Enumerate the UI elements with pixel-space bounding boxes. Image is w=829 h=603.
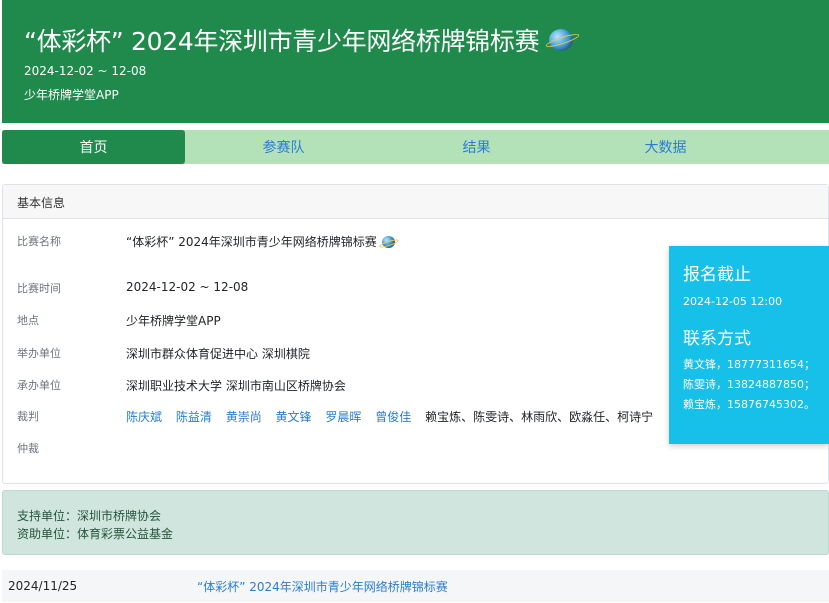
event-venue: 少年桥牌学堂APP: [24, 88, 119, 102]
contact-list: 黄文锋，18777311654； 陈雯诗，13824887850； 赖宝炼，15…: [683, 355, 815, 415]
info-row-host: 承办单位 深圳职业技术大学 深圳市南山区桥牌协会: [17, 377, 346, 394]
referee-list: 陈庆斌 陈益清 黄崇尚 黄文锋 罗晨晖 曾俊佳 赖宝炼、陈雯诗、林雨欣、欧淼任、…: [126, 408, 653, 425]
info-row-time: 比赛时间 2024-12-02 ~ 12-08: [17, 280, 248, 296]
globe-icon: [381, 236, 395, 248]
referee-link[interactable]: 黄崇尚: [226, 410, 262, 424]
news-title-link[interactable]: “体彩杯” 2024年深圳市青少年网络桥牌锦标赛: [197, 578, 448, 595]
event-date: 2024-12-02 ~ 12-08: [24, 64, 147, 78]
contact-item: 黄文锋，18777311654；: [683, 358, 815, 371]
tab-results[interactable]: 结果: [382, 130, 571, 164]
referee-link[interactable]: 罗晨晖: [325, 410, 361, 424]
info-value-name: “体彩杯” 2024年深圳市青少年网络桥牌锦标赛: [126, 233, 395, 250]
tab-bigdata[interactable]: 大数据: [571, 130, 760, 164]
info-label: 比赛时间: [17, 282, 61, 295]
info-row-name: 比赛名称 “体彩杯” 2024年深圳市青少年网络桥牌锦标赛: [17, 233, 395, 250]
info-label: 承办单位: [17, 379, 61, 392]
sponsor-panel: 支持单位：深圳市桥牌协会 资助单位：体育彩票公益基金: [2, 490, 829, 555]
contact-item: 赖宝炼，15876745302。: [683, 398, 815, 411]
referee-link[interactable]: 陈益清: [176, 410, 212, 424]
info-label: 仲裁: [17, 442, 39, 455]
info-label: 举办单位: [17, 347, 61, 360]
globe-icon: [549, 29, 574, 51]
info-value-location: 少年桥牌学堂APP: [126, 314, 221, 328]
referee-link[interactable]: 陈庆斌: [126, 410, 162, 424]
contact-item: 陈雯诗，13824887850；: [683, 378, 815, 391]
deadline-title: 报名截止: [683, 265, 751, 285]
news-row: 2024/11/25 “体彩杯” 2024年深圳市青少年网络桥牌锦标赛: [2, 570, 829, 602]
news-date: 2024/11/25: [8, 579, 78, 593]
tab-home[interactable]: 首页: [2, 130, 185, 164]
info-row-arbitration: 仲裁: [17, 440, 126, 456]
info-row-organizer: 举办单位 深圳市群众体育促进中心 深圳棋院: [17, 345, 310, 362]
event-header: “体彩杯” 2024年深圳市青少年网络桥牌锦标赛 2024-12-02 ~ 12…: [2, 0, 829, 123]
nav-tabs: 首页 参赛队 结果 大数据: [2, 130, 829, 164]
deadline-date: 2024-12-05 12:00: [683, 295, 783, 308]
referee-plain-list: 赖宝炼、陈雯诗、林雨欣、欧淼任、柯诗宁: [425, 410, 654, 424]
info-row-referees: 裁判 陈庆斌 陈益清 黄崇尚 黄文锋 罗晨晖 曾俊佳 赖宝炼、陈雯诗、林雨欣、欧…: [17, 408, 653, 425]
info-value-host: 深圳职业技术大学 深圳市南山区桥牌协会: [126, 379, 346, 393]
tab-teams[interactable]: 参赛队: [185, 130, 382, 164]
info-label: 地点: [17, 314, 39, 327]
contact-title: 联系方式: [683, 329, 751, 349]
support-unit: 支持单位：深圳市桥牌协会: [17, 509, 162, 523]
event-title-text: “体彩杯” 2024年深圳市青少年网络桥牌锦标赛: [24, 27, 540, 56]
funding-unit: 资助单位：体育彩票公益基金: [17, 527, 174, 541]
info-value-organizer: 深圳市群众体育促进中心 深圳棋院: [126, 347, 310, 361]
info-value-time: 2024-12-02 ~ 12-08: [126, 280, 249, 294]
info-row-location: 地点 少年桥牌学堂APP: [17, 312, 221, 329]
info-label: 比赛名称: [17, 235, 61, 248]
basic-info-header: 基本信息: [3, 185, 828, 219]
info-value-text: “体彩杯” 2024年深圳市青少年网络桥牌锦标赛: [126, 235, 377, 249]
referee-link[interactable]: 曾俊佳: [375, 410, 411, 424]
event-title: “体彩杯” 2024年深圳市青少年网络桥牌锦标赛: [24, 22, 574, 58]
info-label: 裁判: [17, 410, 39, 423]
referee-link[interactable]: 黄文锋: [276, 410, 312, 424]
registration-deadline-box: 报名截止 2024-12-05 12:00 联系方式 黄文锋，187773116…: [669, 246, 829, 444]
